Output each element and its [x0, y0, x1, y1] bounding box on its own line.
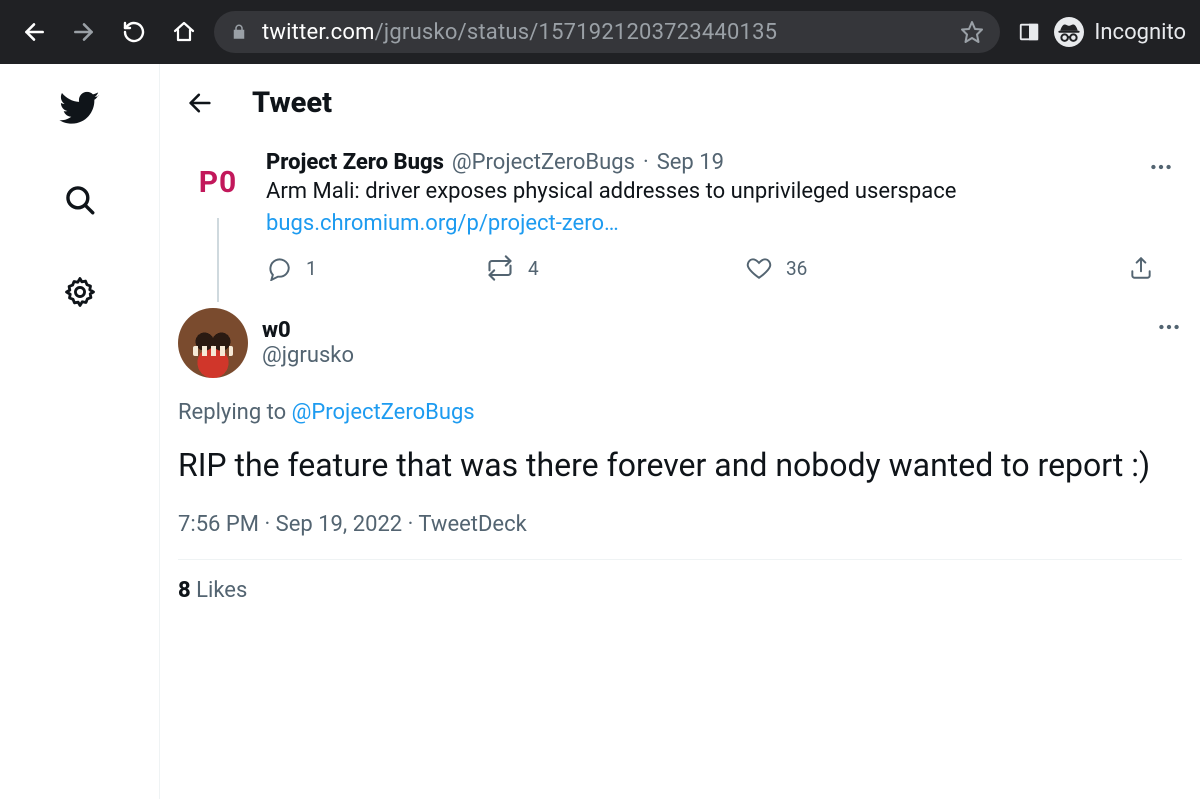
omnibox-url: twitter.com/jgrusko/status/1571921203723… [262, 20, 777, 45]
parent-more-icon[interactable] [1148, 154, 1174, 180]
reply-button[interactable]: 1 [266, 255, 486, 281]
like-count: 36 [786, 257, 807, 280]
likes-label: Likes [196, 578, 247, 603]
url-host: twitter.com [262, 20, 375, 45]
retweet-button[interactable]: 4 [486, 254, 746, 282]
reply-count: 1 [306, 257, 317, 280]
main-column: Tweet P0 Project Zero Bugs @ProjectZeroB… [160, 64, 1200, 799]
author-avatar[interactable] [178, 308, 248, 378]
thread-connector [217, 218, 219, 302]
likes-count: 8 [178, 578, 191, 603]
replying-to: Replying to @ProjectZeroBugs [178, 400, 1182, 425]
browser-toolbar: twitter.com/jgrusko/status/1571921203723… [0, 0, 1200, 64]
author-display-name[interactable]: w0 [262, 318, 354, 343]
forward-button[interactable] [64, 12, 104, 52]
back-button[interactable] [14, 12, 54, 52]
tweet-text: RIP the feature that was there forever a… [178, 445, 1182, 486]
parent-display-name[interactable]: Project Zero Bugs [266, 150, 444, 175]
tweet-time: 7:56 PM [178, 512, 259, 537]
divider [178, 559, 1182, 560]
parent-link[interactable]: bugs.chromium.org/p/project-zero… [266, 211, 619, 236]
omnibox[interactable]: twitter.com/jgrusko/status/1571921203723… [214, 11, 1000, 53]
bookmark-star-icon[interactable] [960, 20, 984, 44]
explore-search-icon[interactable] [54, 174, 106, 226]
likes-summary[interactable]: 8 Likes [178, 578, 1182, 603]
lock-icon [230, 23, 248, 41]
incognito-indicator[interactable]: Incognito [1054, 17, 1186, 47]
home-button[interactable] [164, 12, 204, 52]
sidebar [0, 64, 160, 799]
parent-tweet[interactable]: P0 Project Zero Bugs @ProjectZeroBugs · … [160, 142, 1200, 302]
retweet-count: 4 [528, 257, 539, 280]
incognito-icon [1054, 17, 1084, 47]
parent-tweet-text: Arm Mali: driver exposes physical addres… [266, 177, 1182, 207]
main-tweet: w0 @jgrusko Replying to @ProjectZeroBugs… [160, 302, 1200, 603]
like-button[interactable]: 36 [746, 255, 1006, 281]
twitter-logo-icon[interactable] [54, 82, 106, 134]
parent-handle[interactable]: @ProjectZeroBugs [452, 150, 635, 175]
page-header: Tweet [160, 64, 1200, 142]
url-path: /jgrusko/status/1571921203723440135 [375, 20, 778, 45]
parent-date[interactable]: Sep 19 [657, 150, 724, 175]
author-handle[interactable]: @jgrusko [262, 343, 354, 368]
tweet-date: Sep 19, 2022 [276, 512, 403, 537]
replying-to-link[interactable]: @ProjectZeroBugs [292, 400, 475, 425]
reader-mode-icon[interactable] [1018, 21, 1040, 43]
parent-avatar[interactable]: P0 [186, 150, 250, 214]
tweet-source: TweetDeck [418, 512, 526, 537]
incognito-label: Incognito [1094, 20, 1186, 45]
tweet-more-icon[interactable] [1156, 314, 1182, 340]
page-title: Tweet [252, 86, 332, 120]
parent-action-bar: 1 4 36 [266, 254, 1182, 302]
share-button[interactable] [1128, 255, 1154, 281]
reload-button[interactable] [114, 12, 154, 52]
tweet-meta[interactable]: 7:56 PM · Sep 19, 2022 · TweetDeck [178, 512, 1182, 537]
settings-gear-icon[interactable] [54, 266, 106, 318]
header-back-button[interactable] [178, 81, 222, 125]
